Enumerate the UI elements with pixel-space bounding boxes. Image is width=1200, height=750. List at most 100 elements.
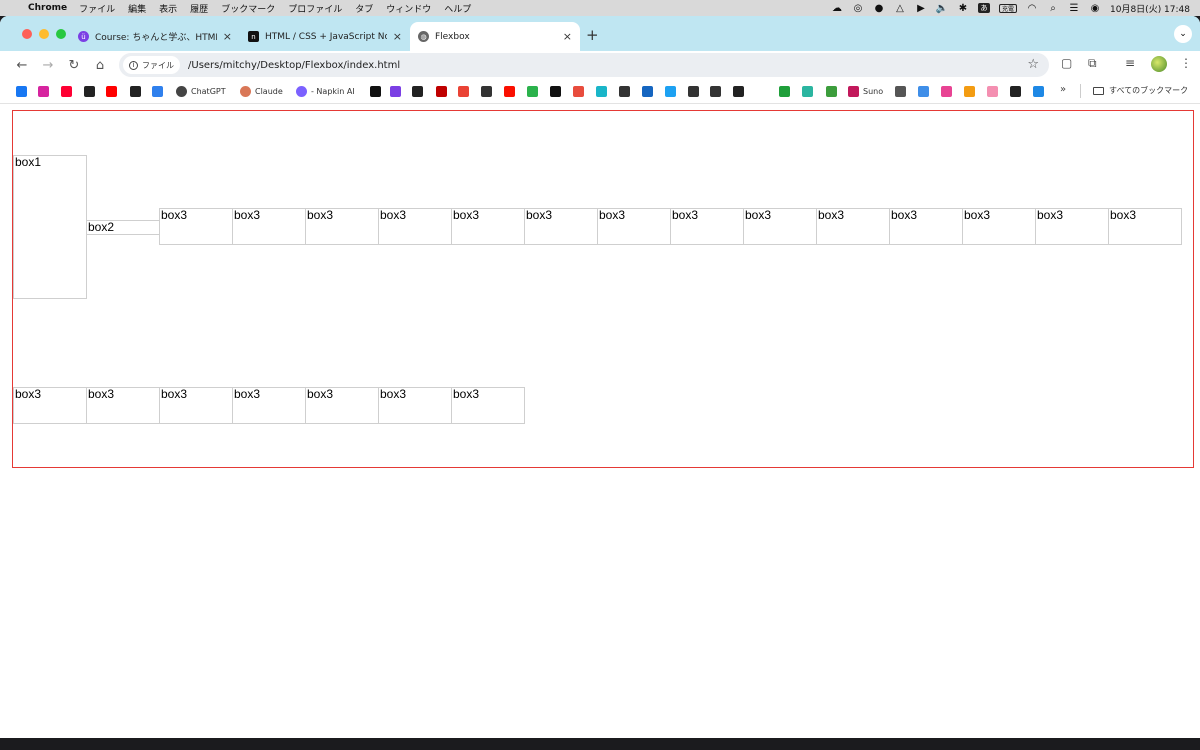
box2: box2: [86, 220, 160, 235]
maximize-window-button[interactable]: [56, 29, 66, 39]
bookmark-item[interactable]: [412, 85, 427, 97]
cloud-icon[interactable]: ☁: [831, 3, 843, 14]
bluetooth-icon[interactable]: ✱: [957, 3, 969, 14]
bookmark-item[interactable]: [458, 85, 473, 97]
site-info-chip[interactable]: i ファイル: [123, 56, 180, 74]
menu-history[interactable]: 履歴: [190, 2, 208, 15]
bookmark-item[interactable]: [1010, 85, 1025, 97]
bookmark-item[interactable]: [918, 85, 933, 97]
bookmark-item[interactable]: Suno: [848, 85, 883, 97]
bookmark-item[interactable]: [436, 85, 451, 97]
extensions-puzzle-icon[interactable]: ⧉: [1088, 56, 1097, 71]
tab-course[interactable]: ü Course: ちゃんと学ぶ、HTML/( ×: [70, 22, 240, 51]
bookmark-item[interactable]: [38, 85, 53, 97]
bookmark-item[interactable]: [390, 85, 405, 97]
bookmark-item[interactable]: [130, 85, 145, 97]
address-bar[interactable]: i ファイル /Users/mitchy/Desktop/Flexbox/ind…: [119, 53, 1049, 77]
bookmark-item[interactable]: [826, 85, 841, 97]
menu-window[interactable]: ウィンドウ: [386, 2, 431, 15]
box3: box3: [1035, 208, 1109, 245]
app-icon: [1033, 85, 1044, 97]
menu-view[interactable]: 表示: [159, 2, 177, 15]
slash-icon: [84, 85, 95, 97]
volume-icon[interactable]: 🔈: [936, 3, 948, 14]
bookmarks-divider: [1080, 84, 1081, 98]
play-icon[interactable]: ▶: [915, 3, 927, 14]
bookmark-item[interactable]: [688, 85, 703, 97]
bookmark-item[interactable]: [987, 85, 1002, 97]
status-app-icon[interactable]: ●: [873, 3, 885, 14]
bookmark-item[interactable]: [106, 85, 121, 97]
bookmark-item[interactable]: [84, 85, 99, 97]
menubar-clock[interactable]: 10月8日(火) 17:48: [1110, 2, 1190, 15]
bookmark-item[interactable]: [550, 85, 565, 97]
bookmark-item[interactable]: [152, 85, 167, 97]
spotlight-icon[interactable]: ⌕: [1047, 3, 1059, 14]
back-icon[interactable]: ←: [14, 58, 30, 73]
youtube-icon: [106, 85, 117, 97]
tab-search-button[interactable]: ⌄: [1174, 25, 1192, 43]
url-text[interactable]: /Users/mitchy/Desktop/Flexbox/index.html: [188, 60, 400, 71]
menu-bookmarks[interactable]: ブックマーク: [221, 2, 275, 15]
wifi-icon[interactable]: ◠: [1026, 3, 1038, 14]
bookmark-star-icon[interactable]: ☆: [1027, 57, 1039, 72]
bookmark-item[interactable]: Claude: [240, 85, 283, 97]
bookmarks-more-icon[interactable]: »: [1060, 84, 1066, 95]
profile-avatar[interactable]: [1151, 56, 1167, 72]
extension-icon[interactable]: ▢: [1061, 56, 1072, 70]
bookmark-item[interactable]: - Napkin AI: [296, 85, 355, 97]
reading-list-icon[interactable]: ≡: [1125, 56, 1135, 70]
menu-tab[interactable]: タブ: [355, 2, 373, 15]
info-icon: i: [129, 60, 138, 70]
siri-icon[interactable]: ◉: [1089, 3, 1101, 14]
all-bookmarks-folder[interactable]: すべてのブックマーク: [1093, 85, 1188, 96]
bookmark-item[interactable]: [370, 85, 385, 97]
bookmark-item[interactable]: [941, 85, 956, 97]
bookmark-item[interactable]: [895, 85, 910, 97]
new-tab-button[interactable]: +: [586, 26, 599, 44]
reload-icon[interactable]: ↻: [66, 58, 82, 73]
bookmark-item[interactable]: [596, 85, 611, 97]
app-menu[interactable]: Chrome: [28, 3, 67, 13]
bookmarks-bar: » すべてのブックマーク ChatGPT Claude - Napkin AI Sun…: [0, 80, 1200, 104]
box3: box3: [962, 208, 1036, 245]
close-tab-icon[interactable]: ×: [223, 30, 232, 43]
close-window-button[interactable]: [22, 29, 32, 39]
bookmark-item[interactable]: [642, 85, 657, 97]
bookmark-item[interactable]: [964, 85, 979, 97]
bookmark-item[interactable]: [733, 85, 748, 97]
bookmark-item[interactable]: [802, 85, 817, 97]
bookmark-item[interactable]: [573, 85, 588, 97]
minimize-window-button[interactable]: [39, 29, 49, 39]
bookmark-item[interactable]: [481, 85, 496, 97]
creative-cloud-icon[interactable]: ◎: [852, 3, 864, 14]
note-icon: [370, 85, 381, 97]
menu-profile[interactable]: プロファイル: [288, 2, 342, 15]
close-tab-icon[interactable]: ×: [393, 30, 402, 43]
forward-icon[interactable]: →: [40, 58, 56, 73]
bookmark-item[interactable]: [1033, 85, 1048, 97]
box3: box3: [159, 387, 233, 424]
vlc-icon[interactable]: △: [894, 3, 906, 14]
chrome-menu-icon[interactable]: ⋮: [1180, 56, 1192, 70]
bookmark-item[interactable]: [779, 85, 794, 97]
app-icon: [550, 85, 561, 97]
bookmark-item[interactable]: [710, 85, 725, 97]
home-icon[interactable]: ⌂: [92, 58, 108, 73]
bookmark-item[interactable]: [527, 85, 542, 97]
menu-help[interactable]: ヘルプ: [444, 2, 471, 15]
tab-flexbox[interactable]: ◍ Flexbox ×: [410, 22, 580, 51]
menu-file[interactable]: ファイル: [79, 2, 115, 15]
close-tab-icon[interactable]: ×: [563, 30, 572, 43]
bookmark-item[interactable]: [619, 85, 634, 97]
bookmark-item[interactable]: [665, 85, 680, 97]
bookmark-item[interactable]: [16, 85, 31, 97]
control-center-icon[interactable]: ☰: [1068, 3, 1080, 14]
input-mode-icon[interactable]: あ: [978, 3, 990, 13]
battery-icon[interactable]: 充電: [999, 3, 1017, 13]
menu-edit[interactable]: 編集: [128, 2, 146, 15]
tab-notion[interactable]: n HTML / CSS + JavaScript No ×: [240, 22, 410, 51]
bookmark-item[interactable]: ChatGPT: [176, 85, 226, 97]
bookmark-item[interactable]: [504, 85, 519, 97]
bookmark-item[interactable]: [61, 85, 76, 97]
